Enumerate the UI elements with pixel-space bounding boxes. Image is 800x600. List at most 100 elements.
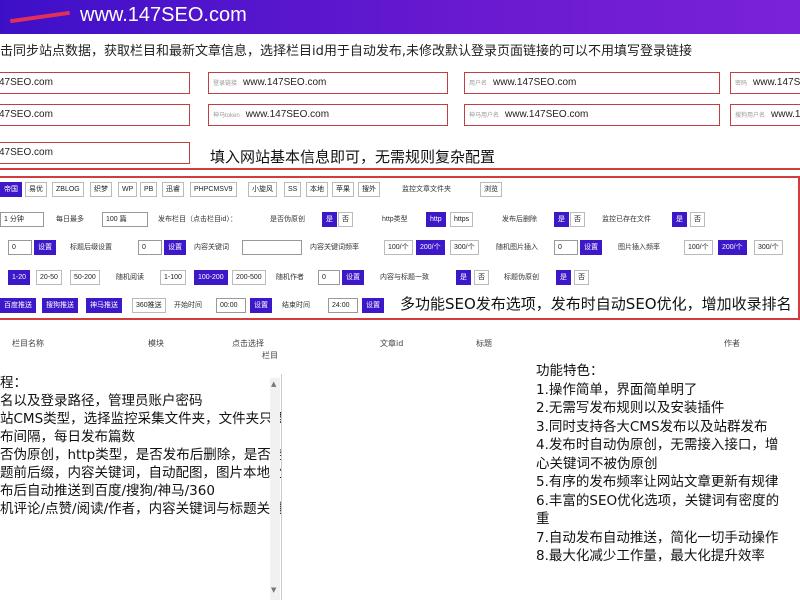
title-pseudo-no[interactable]: 否 [574,270,589,285]
img-freq-200[interactable]: 200/个 [718,240,747,255]
title-suffix-label: 标题后缀设置 [70,244,112,251]
tab-cms-6[interactable]: 迅睿 [162,182,184,197]
step-line: 机评论/点赞/阅读/作者，内容关键词与标题关键词是否一致 [0,501,281,517]
tab-cms-10[interactable]: 本地 [306,182,328,197]
push-shenma[interactable]: 神马推送 [86,298,122,313]
delete-no[interactable]: 否 [570,212,585,227]
interval-input[interactable]: 1 分钟 [0,212,44,227]
daily-max-label: 每日最多 [56,216,84,223]
tab-cms-1[interactable]: 易优 [25,182,47,197]
sogou-username-field[interactable]: 搜狗用户名 www.1 [730,104,800,126]
col-header-module: 模块 [148,339,164,348]
column-label: 发布栏目（点击栏目id）： [158,216,237,223]
feature-line: 心关键词不被伪原创 [536,455,658,472]
site-url-field[interactable]: 47SEO.com [0,72,190,94]
pseudo-original-label: 是否伪原创 [270,216,305,223]
content-keyword-label: 内容关键词 [194,244,229,251]
col-header-article-id: 文章id [380,339,404,348]
feature-line: 1.操作简单，界面简单明了 [536,381,698,398]
range-50-200[interactable]: 50-200 [70,270,100,285]
delete-after-label: 发布后删除 [502,216,537,223]
keyword-input[interactable]: 0 [138,240,162,255]
tab-cms-4[interactable]: WP [118,182,138,197]
col-header-column: 栏目 [262,351,278,360]
cms-tabs-row: 帝国 易优 ZBLOG 织梦 WP PB 迅睿 PHPCMSV9 小旋风 SS … [0,182,800,200]
author-set-button[interactable]: 设置 [342,270,364,285]
shenma-token-field[interactable]: 神马token www.147SEO.com [208,104,448,126]
shenma-username-field[interactable]: 神马用户名 www.147SEO.com [464,104,720,126]
https-option[interactable]: https [450,212,474,227]
kw-freq-300[interactable]: 300/个 [450,240,479,255]
monitor-exists-label: 监控已存在文件 [602,216,651,223]
step-line: 题前后缀，内容关键词，自动配图，图片本地化、自动内链，以及插入频率密度 [0,465,282,481]
exists-yes[interactable]: 是 [672,212,687,227]
col-header-author: 作者 [724,339,740,348]
keyword-set-button[interactable]: 设置 [164,240,186,255]
title-pseudo-yes[interactable]: 是 [556,270,571,285]
instruction-text: 击同步站点数据，获取栏目和最新文章信息，选择栏目id用于自动发布,未修改默认登录… [0,44,692,59]
pseudo-yes[interactable]: 是 [322,212,337,227]
browse-button[interactable]: 浏览 [480,182,502,197]
end-set-button[interactable]: 设置 [362,298,384,313]
read-100-200[interactable]: 100-200 [194,270,228,285]
password-field[interactable]: 密码 www.147S [730,72,800,94]
tab-cms-9[interactable]: SS [284,182,302,197]
col-header-select: 点击选择 [232,339,264,348]
options-caption: 多功能SEO发布选项，发布时自动SEO优化，增加收录排名 [400,295,792,313]
scroll-down-icon[interactable]: ▼ [271,586,276,594]
tab-cms-11[interactable]: 苹果 [332,182,354,197]
username-field[interactable]: 用户名 www.147SEO.com [464,72,720,94]
range-20-50[interactable]: 20-50 [36,270,62,285]
tab-cms-0[interactable]: 帝国 [0,182,22,197]
read-200-500[interactable]: 200-500 [232,270,266,285]
consistent-no[interactable]: 否 [474,270,489,285]
tab-cms-12[interactable]: 搜外 [358,182,380,197]
range-1-20[interactable]: 1-20 [8,270,31,285]
kw-freq-200[interactable]: 200/个 [416,240,445,255]
feature-line: 5.有序的发布频率让网站文章更新有规律 [536,474,779,490]
random-read-label: 随机阅读 [116,274,144,281]
daily-max-input[interactable]: 100 篇 [102,212,148,227]
feature-line: 6.丰富的SEO优化选项，关键词有密度的 [536,492,780,509]
tab-cms-7[interactable]: PHPCMSV9 [190,182,237,197]
tab-cms-3[interactable]: 织梦 [90,182,112,197]
step-line: 布间隔，每日发布篇数 [0,429,135,445]
step-line: 名以及登录路径，管理员账户密码 [0,393,203,409]
http-option[interactable]: http [426,212,446,227]
push-baidu[interactable]: 百度推送 [0,298,36,313]
delete-yes[interactable]: 是 [554,212,569,227]
title-consistent-label: 内容与标题一致 [380,274,429,281]
start-set-button[interactable]: 设置 [250,298,272,313]
exists-no[interactable]: 否 [690,212,705,227]
suffix-input[interactable]: 0 [8,240,32,255]
tab-cms-8[interactable]: 小旋风 [248,182,277,197]
push-sogou[interactable]: 搜狗推送 [42,298,78,313]
image-set-button[interactable]: 设置 [580,240,602,255]
features-panel: 功能特色： 1.操作简单，界面简单明了 2.无需写发布规则以及安装插件 3.同时… [536,362,800,566]
end-time-input[interactable]: 24:00 [328,298,358,313]
step-line: 站CMS类型，选择监控采集文件夹，文件夹只要新增即可发布 [0,411,281,427]
author-input[interactable]: 0 [318,270,340,285]
pseudo-no[interactable]: 否 [338,212,353,227]
read-1-100[interactable]: 1-100 [160,270,186,285]
suffix-set-button[interactable]: 设置 [34,240,56,255]
consistent-yes[interactable]: 是 [456,270,471,285]
tab-cms-2[interactable]: ZBLOG [52,182,84,197]
steps-scrollbar[interactable]: ▲ ▼ [270,378,280,600]
features-title: 功能特色： [536,363,604,379]
step-line: 布后自动推送到百度/搜狗/神马/360 [0,483,215,499]
site-url-field-3[interactable]: 47SEO.com [0,142,190,164]
site-url-field-2[interactable]: 47SEO.com [0,104,190,126]
image-input[interactable]: 0 [554,240,578,255]
content-keyword-input[interactable] [242,240,302,255]
col-header-name: 栏目名称 [12,339,44,348]
col-header-title: 标题 [476,339,492,348]
login-url-field[interactable]: 登录链接 www.147SEO.com [208,72,448,94]
kw-freq-100[interactable]: 100/个 [384,240,413,255]
img-freq-100[interactable]: 100/个 [684,240,713,255]
push-360[interactable]: 360推送 [132,298,166,313]
tab-cms-5[interactable]: PB [140,182,158,197]
scroll-up-icon[interactable]: ▲ [271,380,276,388]
start-time-input[interactable]: 00:00 [216,298,246,313]
img-freq-300[interactable]: 300/个 [754,240,783,255]
